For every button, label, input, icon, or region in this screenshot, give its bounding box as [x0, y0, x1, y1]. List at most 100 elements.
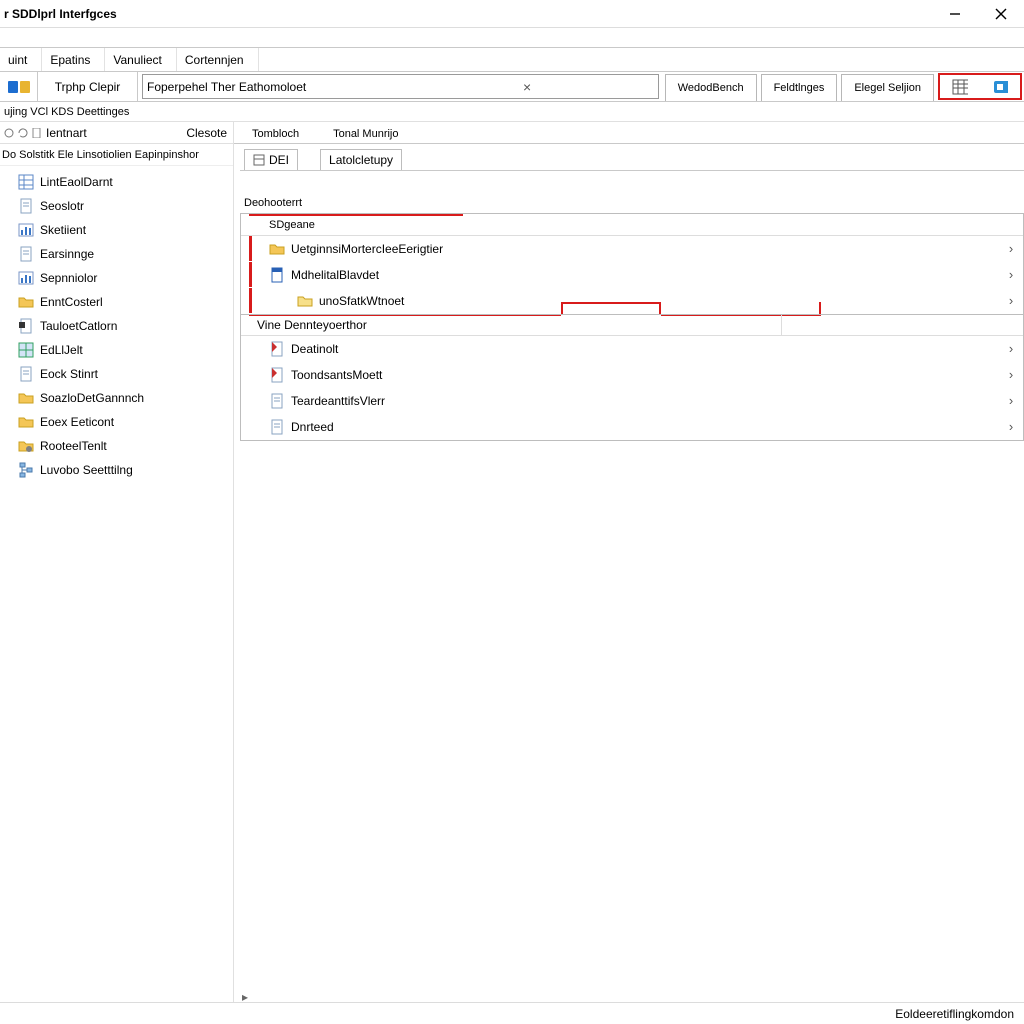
sidebar-subhead: Do Solstitk Ele Linsotiolien Eapinpinsho…	[0, 144, 233, 166]
list-row[interactable]: unoSfatkWtnoet ›	[241, 288, 1023, 314]
menu-bar: uint Epatins Vanuliect Cortennjen	[0, 48, 1024, 72]
main-tab[interactable]: Tombloch	[244, 125, 307, 143]
sidebar-item[interactable]: LintEaolDarnt	[0, 170, 233, 194]
doc-icon	[18, 366, 34, 382]
toolbar-row: Trphp Clepir Foperpehel Ther Eathomoloet…	[0, 72, 1024, 102]
chevron-right-icon[interactable]: ›	[999, 241, 1023, 256]
list-row[interactable]: Dnrteed ›	[241, 414, 1023, 440]
sidebar-item[interactable]: RooteelTenlt	[0, 434, 233, 458]
row-label: ToondsantsMoett	[291, 368, 382, 382]
sub-tab[interactable]: Latolcletupy	[320, 149, 402, 170]
list-row[interactable]: TeardeanttifsVlerr ›	[241, 388, 1023, 414]
nav-back-icon[interactable]	[0, 72, 38, 101]
sidebar-item-label: EnntCosterl	[40, 295, 103, 309]
sidebar-tree: LintEaolDarnt Seoslotr Sketiient Earsinnge S…	[0, 166, 233, 486]
doc-red-icon	[269, 341, 285, 357]
sub-tab[interactable]: DEI	[244, 149, 298, 170]
doc-icon	[269, 419, 285, 435]
doc-icon	[18, 198, 34, 214]
sub-tabs: DEI Latolcletupy	[234, 144, 1024, 170]
doc-mark-icon	[18, 318, 34, 334]
tab-workbench[interactable]: WedodBench	[665, 74, 757, 101]
window-title: r SDDlprl Interfgces	[0, 7, 117, 21]
list-row[interactable]: Deatinolt ›	[241, 336, 1023, 362]
folder-y-icon	[297, 293, 313, 309]
sidebar-item[interactable]: EdLlJelt	[0, 338, 233, 362]
row-label: Dnrteed	[291, 420, 334, 434]
tree-icon	[18, 462, 34, 478]
section2-header: Vine Dennteyoerthor	[241, 314, 1023, 336]
grid-icon	[18, 174, 34, 190]
chevron-right-icon[interactable]: ›	[999, 393, 1023, 408]
close-button[interactable]	[978, 0, 1024, 28]
sidebar-item[interactable]: Seoslotr	[0, 194, 233, 218]
sidebar-item-label: TauloetCatlorn	[40, 319, 117, 333]
bars-icon	[18, 222, 34, 238]
row-label: Deatinolt	[291, 342, 338, 356]
folder-icon	[18, 294, 34, 310]
refresh-icon[interactable]	[18, 128, 28, 138]
folder-gear-icon	[18, 438, 34, 454]
highlight-marker	[249, 214, 463, 216]
menu-item[interactable]: Vanuliect	[105, 48, 176, 71]
sidebar-item-label: Sketiient	[40, 223, 86, 237]
tab-feldtinges[interactable]: Feldtlnges	[761, 74, 838, 101]
scroll-indicator-icon[interactable]: ▸	[240, 992, 250, 1002]
list-row[interactable]: MdhelitalBlavdet ›	[241, 262, 1023, 288]
sidebar-item-label: SoazloDetGannnch	[40, 391, 144, 405]
clear-address-icon[interactable]: ×	[400, 79, 653, 95]
sidebar-item[interactable]: EnntCosterl	[0, 290, 233, 314]
doc-blue-icon	[269, 267, 285, 283]
sidebar-item-label: LintEaolDarnt	[40, 175, 113, 189]
sidebar-item[interactable]: Sketiient	[0, 218, 233, 242]
grid-view-icon[interactable]	[940, 79, 980, 95]
column-header[interactable]: SDgeane	[241, 214, 1023, 236]
doc-red-icon	[269, 367, 285, 383]
address-bar[interactable]: Foperpehel Ther Eathomoloet ×	[142, 74, 659, 99]
sidebar-item[interactable]: Eoex Eeticont	[0, 410, 233, 434]
address-text: Foperpehel Ther Eathomoloet	[147, 80, 400, 94]
status-bar: Eoldeeretiflingkomdon	[0, 1002, 1024, 1024]
sidebar-item[interactable]: Luvobo Seetttilng	[0, 458, 233, 482]
chevron-right-icon[interactable]: ›	[999, 419, 1023, 434]
menu-item[interactable]: uint	[0, 48, 42, 71]
sidebar-item-label: Luvobo Seetttilng	[40, 463, 133, 477]
list-row[interactable]: UetginnsiMortercIeeEerigtier›	[241, 236, 1023, 262]
sidebar-item-label: Earsinnge	[40, 247, 94, 261]
sidebar-item[interactable]: Eock Stinrt	[0, 362, 233, 386]
grid-blue-icon	[18, 342, 34, 358]
sidebar-item[interactable]: SoazloDetGannnch	[0, 386, 233, 410]
section1-panel: SDgeane UetginnsiMortercIeeEerigtier›Mdh…	[240, 213, 1024, 441]
row-label: TeardeanttifsVlerr	[291, 394, 385, 408]
menu-item[interactable]: Cortennjen	[177, 48, 259, 71]
main-tab[interactable]: Tonal Munrijo	[325, 125, 406, 143]
sidebar-item-label: Sepnniolor	[40, 271, 97, 285]
sidebar: Ientnart Clesote Do Solstitk Ele Linsoti…	[0, 122, 234, 1002]
highlighted-toolbar-group	[938, 73, 1022, 100]
row-label: MdhelitalBlavdet	[291, 268, 379, 282]
sidebar-header-right[interactable]: Clesote	[186, 126, 227, 140]
tab-elegel[interactable]: Elegel Seljion	[841, 74, 934, 101]
list-row[interactable]: ToondsantsMoett ›	[241, 362, 1023, 388]
menu-item[interactable]: Epatins	[42, 48, 105, 71]
chevron-right-icon[interactable]: ›	[999, 267, 1023, 282]
collapse-icon[interactable]	[4, 128, 14, 138]
title-bar: r SDDlprl Interfgces	[0, 0, 1024, 28]
sidebar-item[interactable]: Sepnniolor	[0, 266, 233, 290]
highlight-marker	[659, 302, 661, 314]
status-text: Eoldeeretiflingkomdon	[895, 1007, 1014, 1021]
chevron-right-icon[interactable]: ›	[999, 341, 1023, 356]
row-label: unoSfatkWtnoet	[319, 294, 404, 308]
folder-icon	[269, 241, 285, 257]
sidebar-item[interactable]: Earsinnge	[0, 242, 233, 266]
history-dropdown[interactable]: Trphp Clepir	[38, 72, 138, 101]
highlight-marker	[819, 302, 821, 314]
chevron-right-icon[interactable]: ›	[999, 367, 1023, 382]
sidebar-item-label: Eoex Eeticont	[40, 415, 114, 429]
minimize-button[interactable]	[932, 0, 978, 28]
chevron-right-icon[interactable]: ›	[999, 293, 1023, 308]
package-view-icon[interactable]	[980, 79, 1020, 95]
main-area: Tombloch Tonal Munrijo DEI Latolcletupy …	[234, 122, 1024, 1002]
sidebar-item[interactable]: TauloetCatlorn	[0, 314, 233, 338]
body-split: Ientnart Clesote Do Solstitk Ele Linsoti…	[0, 122, 1024, 1002]
